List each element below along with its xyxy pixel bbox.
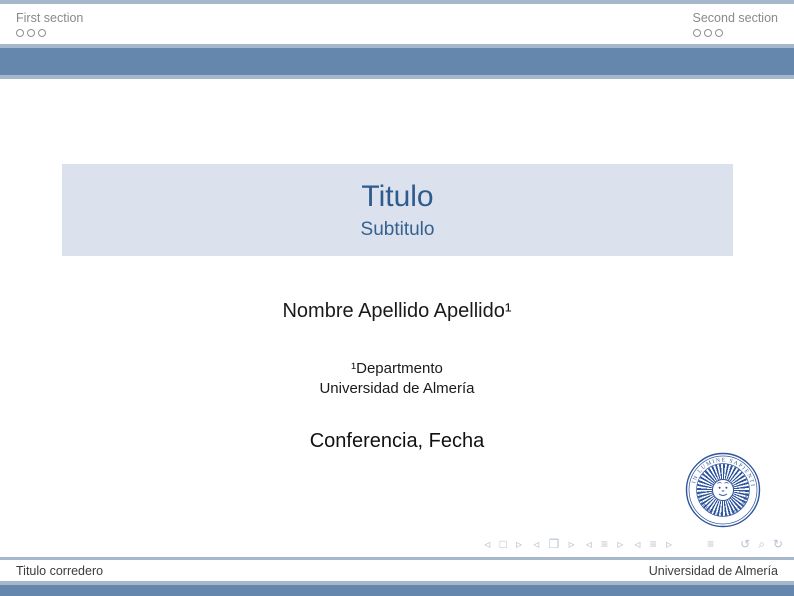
nav-search-icon[interactable]: ⌕ <box>758 537 765 551</box>
footer-short-title: Titulo corredero <box>16 564 103 578</box>
header-bar <box>0 48 794 75</box>
nav-appendix-icon[interactable]: ≡ <box>707 537 714 551</box>
nav-subsection-controls[interactable]: ◃ ≡ ▹ <box>634 537 675 551</box>
beamer-slide: First section Second section Titulo Subt… <box>0 0 794 596</box>
section-nav-second[interactable]: Second section <box>693 11 778 44</box>
miniframe-dot[interactable] <box>27 29 35 37</box>
header-rule-bottom <box>0 75 794 79</box>
title-box: Titulo Subtitulo <box>62 164 733 256</box>
miniframe-dots-second <box>693 29 723 37</box>
miniframe-dot[interactable] <box>704 29 712 37</box>
slide-subtitle: Subtitulo <box>361 219 435 241</box>
slide-title: Titulo <box>361 180 433 214</box>
miniframe-dot[interactable] <box>693 29 701 37</box>
seal-overlay: IN LUMINE SAPIENTIA UNIVERSITAS ALMERIEN… <box>685 452 761 528</box>
miniframe-dot[interactable] <box>715 29 723 37</box>
section-nav-first[interactable]: First section <box>16 11 83 44</box>
navigation-header: First section Second section <box>0 4 794 44</box>
miniframe-dot[interactable] <box>16 29 24 37</box>
university-seal-logo: IN LUMINE SAPIENTIA UNIVERSITAS ALMERIEN… <box>685 452 761 528</box>
footer-institution: Universidad de Almería <box>649 564 778 578</box>
nav-back-icon[interactable]: ↺ <box>740 537 750 551</box>
section-first-label[interactable]: First section <box>16 11 83 26</box>
miniframe-dot[interactable] <box>38 29 46 37</box>
nav-section-controls[interactable]: ◃ ≡ ▹ <box>586 537 627 551</box>
author-name: Nombre Apellido Apellido¹ <box>0 300 794 323</box>
miniframe-dots-first <box>16 29 46 37</box>
conference-date: Conferencia, Fecha <box>0 430 794 453</box>
nav-slide-controls[interactable]: ◃ □ ▹ <box>484 537 525 551</box>
footer-bar: Titulo corredero Universidad de Almería <box>0 560 794 581</box>
institute-department: ¹Departmento <box>0 359 794 379</box>
institute-block: ¹Departmento Universidad de Almería <box>0 359 794 399</box>
section-second-label[interactable]: Second section <box>693 11 778 26</box>
nav-frame-controls[interactable]: ◃ ❐ ▹ <box>533 537 577 551</box>
nav-forward-icon[interactable]: ↻ <box>773 537 783 551</box>
bottom-bar <box>0 585 794 596</box>
institute-university: Universidad de Almería <box>0 379 794 399</box>
beamer-navigation-bar: ◃ □ ▹ ◃ ❐ ▹ ◃ ≡ ▹ ◃ ≡ ▹ ≡ ↺ ⌕ ↻ <box>484 537 783 551</box>
